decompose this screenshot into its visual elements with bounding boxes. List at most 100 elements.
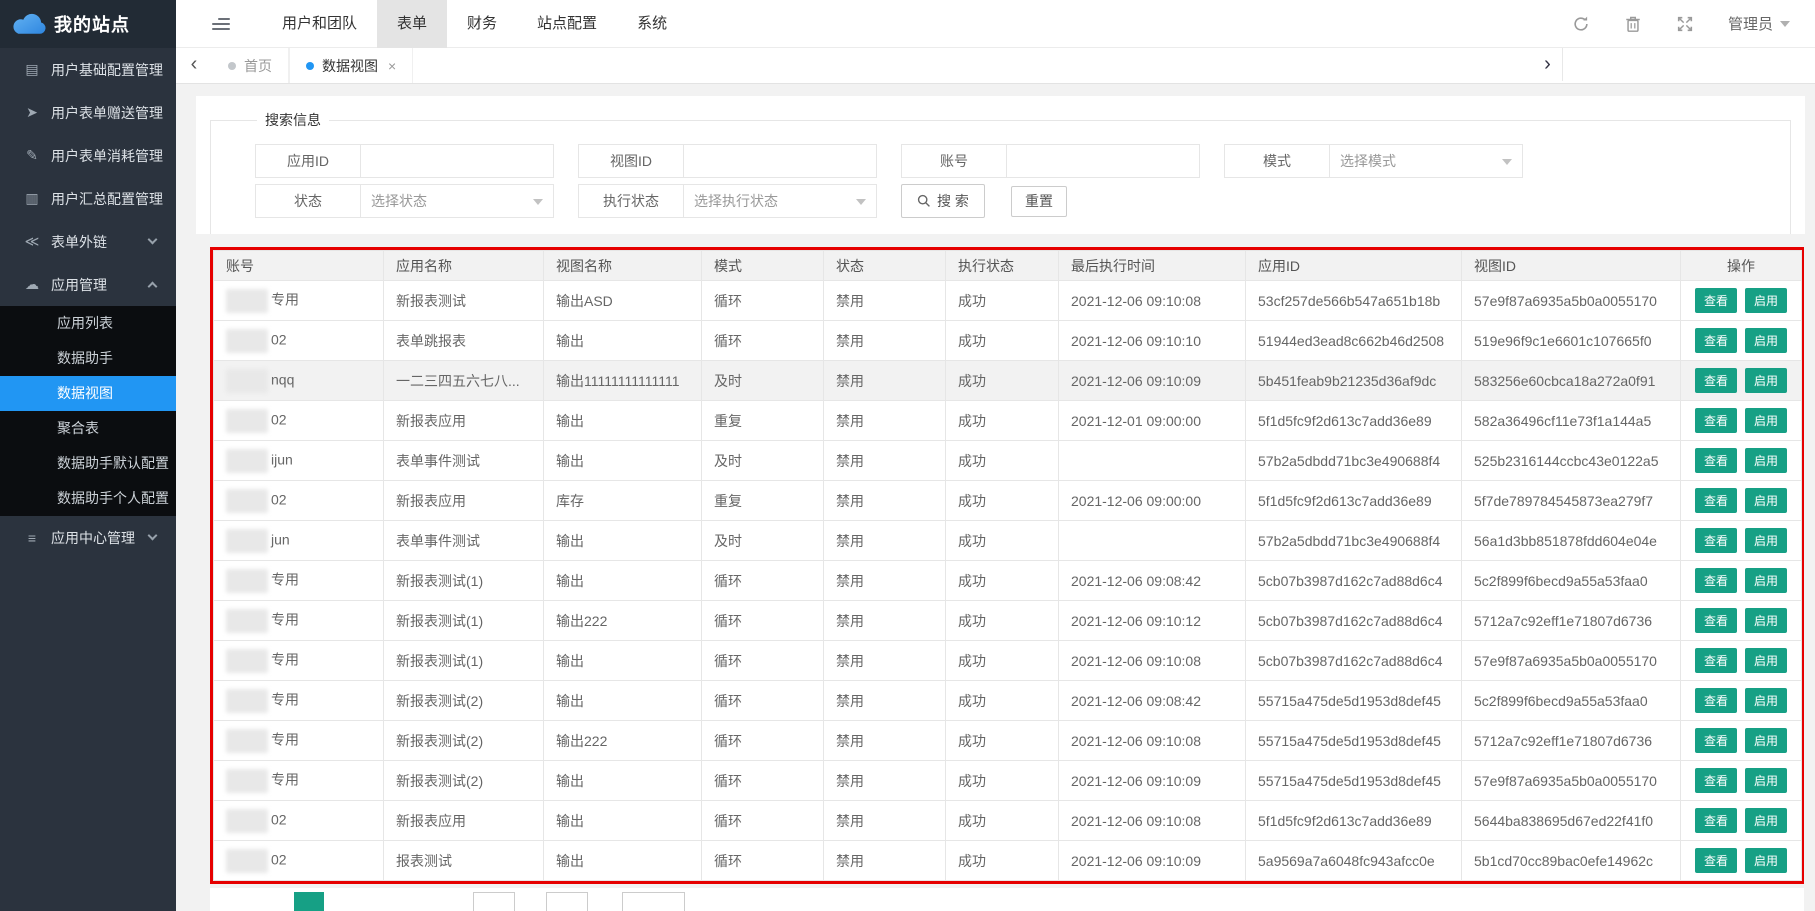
topnav-tab-3[interactable]: 站点配置: [517, 0, 617, 48]
sidebar-subitem[interactable]: 应用列表: [0, 306, 176, 341]
topnav-tab-2[interactable]: 财务: [447, 0, 517, 48]
sidebar-item-3[interactable]: ▥用户汇总配置管理: [0, 177, 176, 220]
search-input-2[interactable]: [1006, 144, 1200, 178]
view-button[interactable]: 查看: [1695, 328, 1737, 353]
cell-app: 新报表测试(2): [384, 761, 544, 801]
enable-button[interactable]: 启用: [1745, 848, 1787, 873]
enable-button[interactable]: 启用: [1745, 648, 1787, 673]
sidebar-item-1[interactable]: ➤用户表单赠送管理: [0, 91, 176, 134]
sidebar-item-5[interactable]: ☁ 应用管理: [0, 263, 176, 306]
cell-view_id: 5b1cd70cc89bac0efe14962c: [1462, 841, 1681, 881]
sidebar-item-label: 应用管理: [51, 275, 107, 295]
page-button-active[interactable]: [294, 892, 324, 911]
user-menu[interactable]: 管理员: [1728, 13, 1790, 34]
fullscreen-icon[interactable]: [1676, 15, 1694, 33]
cell-view_id: 57e9f87a6935a5b0a0055170: [1462, 641, 1681, 681]
enable-button[interactable]: 启用: [1745, 448, 1787, 473]
search-input-0[interactable]: [360, 144, 554, 178]
table-row-3: 02新报表应用输出重复禁用成功2021-12-01 09:00:005f1d5f…: [214, 401, 1802, 441]
sidebar-subitem[interactable]: 数据助手: [0, 341, 176, 376]
cell-account: nqq: [214, 361, 384, 401]
view-button[interactable]: 查看: [1695, 768, 1737, 793]
page-button[interactable]: [473, 892, 515, 911]
enable-button[interactable]: 启用: [1745, 288, 1787, 313]
cell-actions: 查看启用: [1681, 721, 1802, 761]
page-tab-0[interactable]: 首页: [212, 48, 289, 83]
search-select-4[interactable]: 选择状态: [360, 184, 554, 218]
page-button[interactable]: [546, 892, 588, 911]
view-button[interactable]: 查看: [1695, 288, 1737, 313]
search-row-2: 状态选择状态执行状态选择执行状态搜 索重置: [255, 184, 1790, 218]
cell-account: 02: [214, 801, 384, 841]
view-button[interactable]: 查看: [1695, 808, 1737, 833]
cloud-icon: ☁: [22, 276, 42, 293]
enable-button[interactable]: 启用: [1745, 328, 1787, 353]
enable-button[interactable]: 启用: [1745, 608, 1787, 633]
enable-button[interactable]: 启用: [1745, 808, 1787, 833]
reset-button[interactable]: 重置: [1011, 186, 1067, 217]
tab-close-icon[interactable]: ×: [388, 58, 396, 74]
enable-button[interactable]: 启用: [1745, 568, 1787, 593]
enable-button[interactable]: 启用: [1745, 368, 1787, 393]
cell-time: [1059, 441, 1246, 481]
sidebar-subitem[interactable]: 数据助手个人配置: [0, 481, 176, 516]
refresh-icon[interactable]: [1572, 15, 1590, 33]
search-input-1[interactable]: [683, 144, 877, 178]
cell-app: 表单事件测试: [384, 441, 544, 481]
cell-account: 02: [214, 401, 384, 441]
page-tab-1[interactable]: 数据视图×: [289, 48, 413, 83]
cell-exec: 成功: [946, 601, 1059, 641]
view-button[interactable]: 查看: [1695, 608, 1737, 633]
sidebar-subitem[interactable]: 数据视图: [0, 376, 176, 411]
view-button[interactable]: 查看: [1695, 688, 1737, 713]
view-button[interactable]: 查看: [1695, 448, 1737, 473]
enable-button[interactable]: 启用: [1745, 408, 1787, 433]
tabs-scroll-right-icon[interactable]: ›: [1533, 48, 1563, 81]
cell-status: 禁用: [824, 601, 946, 641]
main-area: 用户和团队表单财务站点配置系统 管理员: [176, 0, 1815, 911]
view-button[interactable]: 查看: [1695, 368, 1737, 393]
search-select-3[interactable]: 选择模式: [1329, 144, 1523, 178]
cell-actions: 查看启用: [1681, 361, 1802, 401]
content-area: 搜索信息 应用ID视图ID账号模式选择模式 状态选择状态执行状态选择执行状态搜 …: [176, 84, 1815, 911]
enable-button[interactable]: 启用: [1745, 768, 1787, 793]
cell-actions: 查看启用: [1681, 401, 1802, 441]
search-field-3: 模式选择模式: [1224, 144, 1523, 178]
view-button[interactable]: 查看: [1695, 728, 1737, 753]
search-button[interactable]: 搜 索: [901, 184, 985, 218]
book-grid-icon: ▤: [22, 61, 42, 78]
sidebar-subitem[interactable]: 数据助手默认配置: [0, 446, 176, 481]
sidebar-item-6[interactable]: ≡应用中心管理: [0, 516, 176, 559]
enable-button[interactable]: 启用: [1745, 488, 1787, 513]
sidebar-item-4[interactable]: ≪表单外链: [0, 220, 176, 263]
topnav-tab-1[interactable]: 表单: [377, 0, 447, 48]
view-button[interactable]: 查看: [1695, 528, 1737, 553]
cell-app_id: 5cb07b3987d162c7ad88d6c4: [1246, 561, 1462, 601]
view-button[interactable]: 查看: [1695, 848, 1737, 873]
page-button[interactable]: [622, 892, 685, 911]
app-logo[interactable]: 我的站点: [0, 0, 176, 48]
search-row-1: 应用ID视图ID账号模式选择模式: [255, 144, 1790, 178]
topnav-tab-4[interactable]: 系统: [617, 0, 687, 48]
enable-button[interactable]: 启用: [1745, 688, 1787, 713]
cell-mode: 循环: [702, 321, 824, 361]
account-suffix: 02: [271, 811, 287, 827]
view-button[interactable]: 查看: [1695, 408, 1737, 433]
enable-button[interactable]: 启用: [1745, 528, 1787, 553]
view-button[interactable]: 查看: [1695, 648, 1737, 673]
search-select-5[interactable]: 选择执行状态: [683, 184, 877, 218]
cell-exec: 成功: [946, 721, 1059, 761]
view-button[interactable]: 查看: [1695, 488, 1737, 513]
topnav-tab-0[interactable]: 用户和团队: [262, 0, 377, 48]
tabs-scroll-left-icon[interactable]: ‹: [176, 48, 212, 83]
collapse-menu-icon[interactable]: [212, 15, 230, 33]
search-field-label: 账号: [901, 144, 1007, 178]
enable-button[interactable]: 启用: [1745, 728, 1787, 753]
redacted-blur: [226, 289, 268, 313]
cell-view_id: 5644ba838695d67ed22f41f0: [1462, 801, 1681, 841]
sidebar-item-2[interactable]: ✎用户表单消耗管理: [0, 134, 176, 177]
sidebar-subitem[interactable]: 聚合表: [0, 411, 176, 446]
view-button[interactable]: 查看: [1695, 568, 1737, 593]
trash-icon[interactable]: [1624, 15, 1642, 33]
sidebar-item-0[interactable]: ▤用户基础配置管理: [0, 48, 176, 91]
